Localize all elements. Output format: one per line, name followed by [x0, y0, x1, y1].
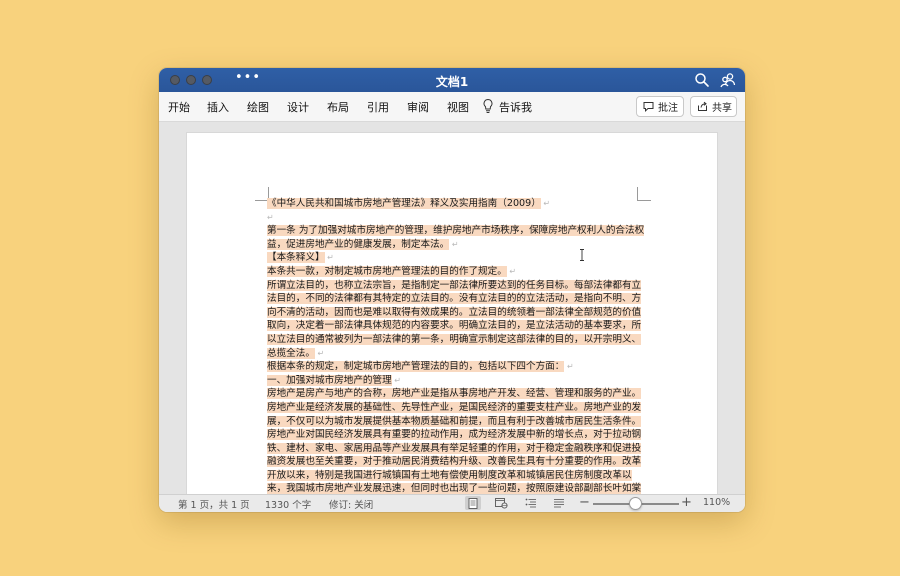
track-changes-status[interactable]: 修订: 关闭	[329, 497, 373, 511]
paragraph-mark: ↵	[391, 375, 401, 385]
share-button[interactable]: 共享	[690, 96, 737, 117]
document-canvas[interactable]: 《中华人民共和国城市房地产管理法》释义及实用指南（2009） ↵ ↵ 第一条 为了…	[159, 122, 745, 494]
document-title: 文档1	[435, 75, 469, 89]
comment-button-label: 批注	[658, 103, 678, 114]
document-paragraph[interactable]: 《中华人民共和国城市房地产管理法》释义及实用指南（2009） ↵	[267, 197, 650, 211]
print-layout-view-button[interactable]	[465, 496, 481, 510]
document-paragraph[interactable]: 根据本条的规定，制定城市房地产管理法的目的，包括以下四个方面： ↵	[267, 360, 650, 374]
tab-insert[interactable]: 插入	[207, 99, 229, 115]
comment-icon	[643, 102, 654, 112]
selected-text[interactable]: 【本条释义】	[267, 252, 325, 264]
document-paragraph[interactable]: ↵	[267, 211, 650, 225]
title-bar: ••• 文档1	[159, 68, 745, 92]
draft-icon	[554, 499, 564, 508]
comment-button[interactable]: 批注	[636, 96, 684, 117]
share-icon	[698, 101, 707, 111]
people-icon[interactable]	[719, 71, 737, 89]
web-layout-view-button[interactable]	[493, 496, 509, 510]
share-button-label: 共享	[712, 103, 732, 114]
paragraph-mark: ↵	[314, 348, 325, 358]
document-paragraph[interactable]: 一、加强对城市房地产的管理 ↵	[267, 374, 650, 388]
document-page[interactable]: 《中华人民共和国城市房地产管理法》释义及实用指南（2009） ↵ ↵ 第一条 为了…	[186, 132, 718, 494]
selected-text[interactable]: 所谓立法目的，也称立法宗旨，是指制定一部法律所要达到的任务目标。每部法律都有立法…	[267, 279, 642, 359]
outline-icon	[525, 498, 536, 508]
tab-references[interactable]: 引用	[367, 99, 389, 115]
tell-me-search[interactable]: 告诉我	[499, 99, 532, 115]
tab-draw[interactable]: 绘图	[247, 99, 269, 115]
text-cursor-icon	[580, 249, 584, 261]
print-layout-icon	[468, 497, 478, 509]
zoom-level[interactable]: 110%	[703, 497, 730, 508]
tab-view[interactable]: 视图	[447, 99, 469, 115]
paragraph-mark: ↵	[449, 239, 459, 249]
tab-design[interactable]: 设计	[287, 99, 309, 115]
tab-home[interactable]: 开始	[168, 99, 190, 115]
document-paragraph[interactable]: 第一条 为了加强对城市房地产的管理，维护房地产市场秩序，保障房地产权利人的合法权…	[267, 224, 650, 251]
page-count[interactable]: 第 1 页，共 1 页	[178, 497, 250, 511]
outline-view-button[interactable]	[523, 496, 539, 510]
paragraph-mark: ↵	[324, 253, 334, 263]
document-paragraph[interactable]: 【本条释义】 ↵	[267, 251, 650, 265]
document-paragraph[interactable]: 房地产是房产与地产的合称，房地产业是指从事房地产开发、经营、管理和服务的产业。房…	[267, 387, 650, 494]
ribbon-tabs: 开始 插入 绘图 设计 布局 引用 审阅 视图 告诉我 批注 共享	[159, 92, 745, 122]
web-layout-icon	[494, 497, 508, 509]
tab-layout[interactable]: 布局	[327, 99, 349, 115]
search-icon[interactable]	[693, 71, 711, 89]
word-count[interactable]: 1330 个字	[265, 497, 311, 511]
status-bar: 第 1 页，共 1 页 1330 个字 修订: 关闭 − + 110%	[159, 494, 745, 512]
document-paragraph[interactable]: 所谓立法目的，也称立法宗旨，是指制定一部法律所要达到的任务目标。每部法律都有立法…	[267, 279, 650, 361]
selected-text[interactable]: 《中华人民共和国城市房地产管理法》释义及实用指南（2009）	[267, 198, 541, 209]
selected-text[interactable]: 房地产是房产与地产的合称，房地产业是指从事房地产开发、经营、管理和服务的产业。房…	[267, 388, 642, 494]
zoom-slider-handle[interactable]	[629, 497, 642, 510]
tab-review[interactable]: 审阅	[407, 99, 429, 115]
draft-view-button[interactable]	[551, 496, 567, 510]
selected-text[interactable]: 根据本条的规定，制定城市房地产管理法的目的，包括以下四个方面：	[267, 361, 565, 373]
selected-text[interactable]: 本条共一款，对制定城市房地产管理法的目的作了规定。	[267, 265, 507, 277]
word-window: ••• 文档1 开始 插入 绘图 设计 布局 引用 审阅 视图 告诉我 批注 共…	[159, 68, 745, 512]
zoom-in-button[interactable]: +	[681, 495, 692, 511]
zoom-out-button[interactable]: −	[579, 495, 590, 511]
paragraph-mark: ↵	[506, 266, 517, 276]
selected-text[interactable]: 一、加强对城市房地产的管理	[267, 374, 392, 386]
paragraph-mark: ↵	[267, 212, 274, 222]
paragraph-mark: ↵	[564, 362, 574, 372]
paragraph-mark: ↵	[540, 199, 551, 208]
lightbulb-icon	[483, 98, 493, 113]
document-paragraph[interactable]: 本条共一款，对制定城市房地产管理法的目的作了规定。 ↵	[267, 265, 650, 279]
document-body[interactable]: 《中华人民共和国城市房地产管理法》释义及实用指南（2009） ↵ ↵ 第一条 为了…	[267, 197, 650, 494]
